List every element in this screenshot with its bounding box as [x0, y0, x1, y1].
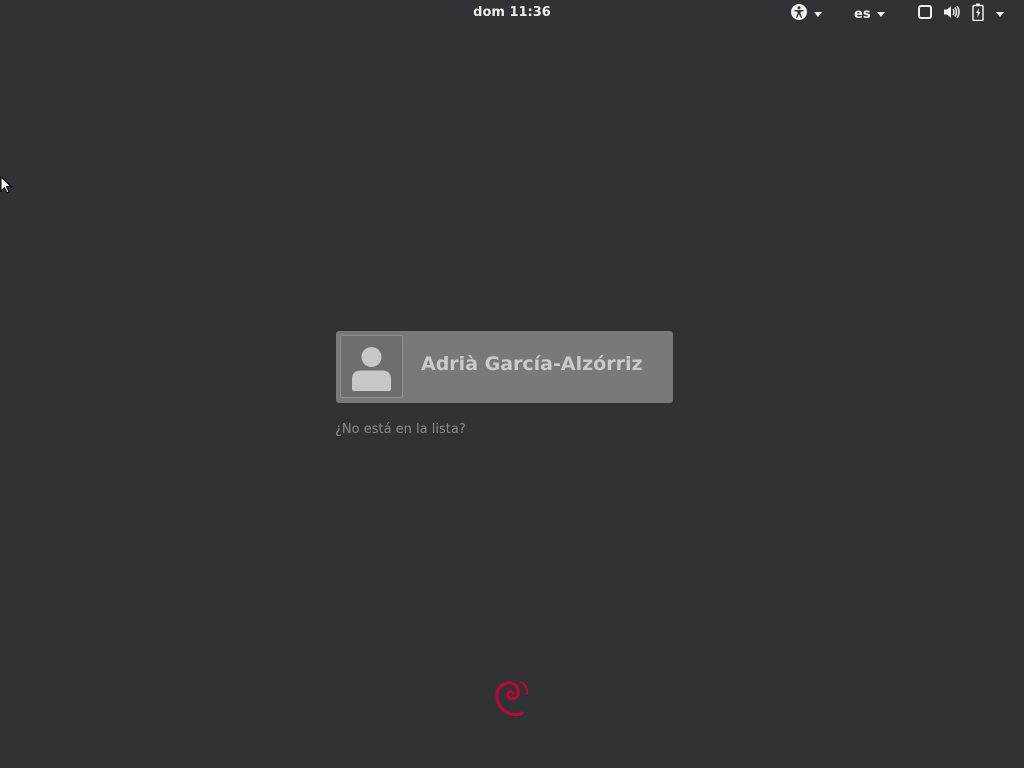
accessibility-icon: [790, 3, 808, 25]
chevron-down-icon: [814, 11, 822, 17]
top-bar: dom 11:36 es: [0, 0, 1024, 28]
accessibility-menu[interactable]: [790, 4, 822, 24]
language-label: es: [854, 6, 871, 22]
volume-icon: [943, 4, 961, 24]
window-icon: [917, 4, 933, 24]
user-name: Adrià García-Alzórriz: [421, 353, 643, 375]
not-listed-link[interactable]: ¿No está en la lista?: [335, 422, 466, 437]
avatar: [340, 335, 403, 398]
debian-swirl-icon: [491, 672, 533, 722]
chevron-down-icon: [996, 11, 1004, 17]
user-icon: [352, 347, 391, 391]
mouse-pointer-icon: [0, 175, 13, 196]
battery-icon: [972, 3, 984, 25]
user-list-item[interactable]: Adrià García-Alzórriz: [336, 331, 673, 403]
login-screen: dom 11:36 es Adrià García-Alzórriz ¿No e…: [0, 0, 1024, 768]
chevron-down-icon: [876, 11, 885, 17]
language-menu[interactable]: es: [854, 4, 885, 24]
system-menu[interactable]: [917, 3, 1004, 25]
